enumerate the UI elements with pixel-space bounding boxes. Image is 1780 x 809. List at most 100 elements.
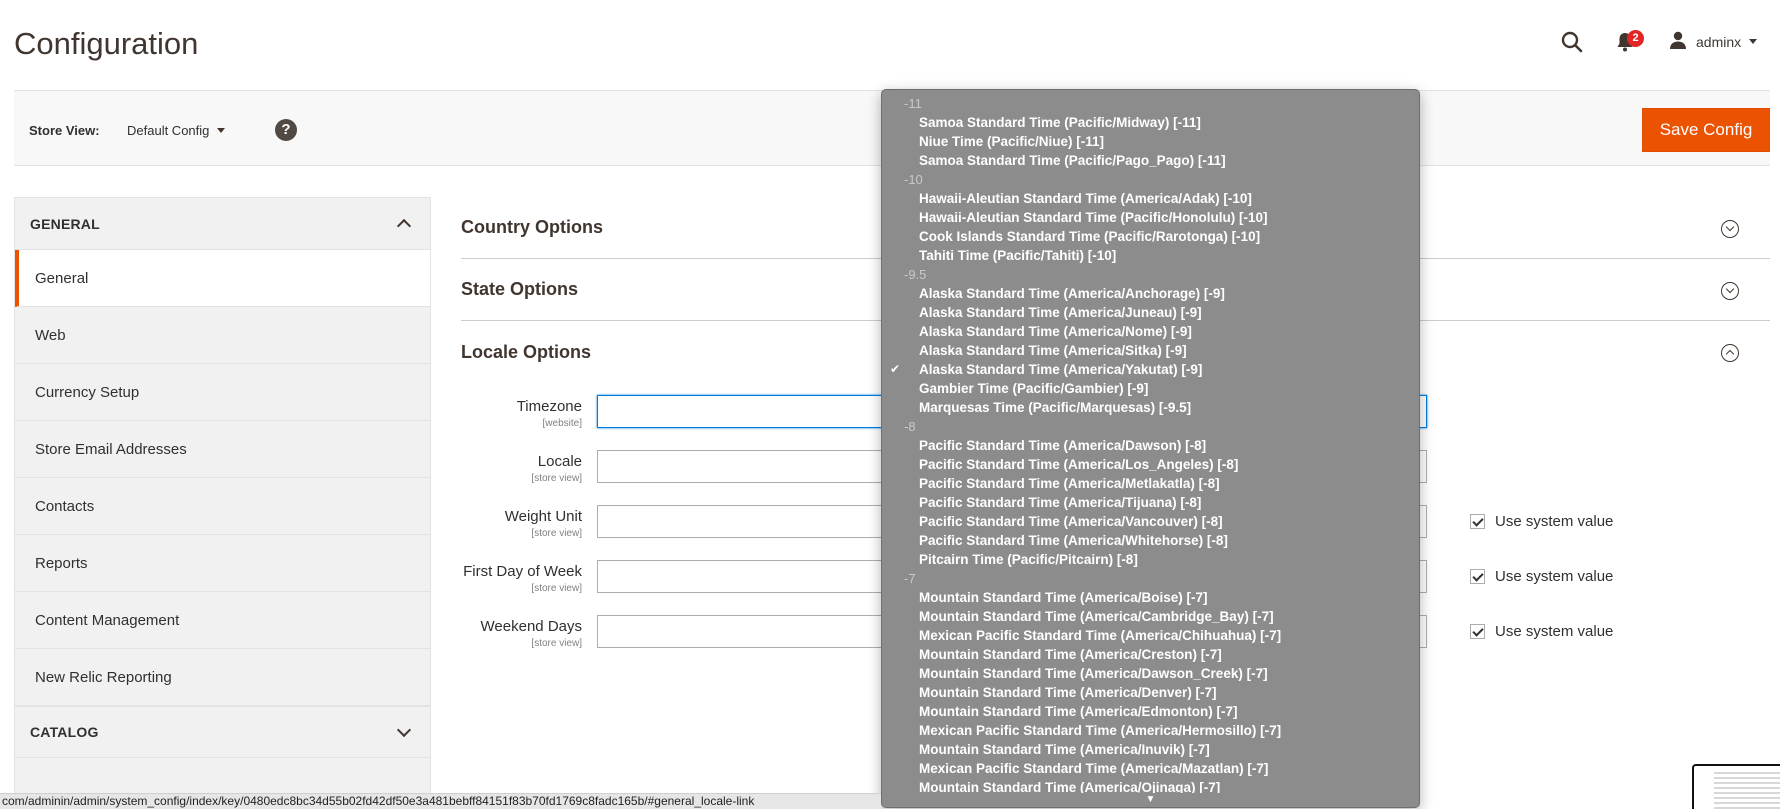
sidebar-item-new-relic-reporting[interactable]: New Relic Reporting bbox=[15, 649, 430, 706]
timezone-option-label: Hawaii-Aleutian Standard Time (America/A… bbox=[919, 191, 1252, 206]
use-system-value-first-day-of-week[interactable]: Use system value bbox=[1470, 568, 1613, 585]
sidebar-section-catalog[interactable]: CATALOG bbox=[15, 706, 430, 758]
timezone-option[interactable]: Samoa Standard Time (Pacific/Midway) [-1… bbox=[882, 113, 1419, 132]
timezone-option[interactable]: Hawaii-Aleutian Standard Time (America/A… bbox=[882, 189, 1419, 208]
timezone-option[interactable]: Mountain Standard Time (America/Inuvik) … bbox=[882, 740, 1419, 759]
timezone-option-label: Mountain Standard Time (America/Boise) [… bbox=[919, 590, 1208, 605]
sidebar-item-store-email-addresses[interactable]: Store Email Addresses bbox=[15, 421, 430, 478]
save-config-button[interactable]: Save Config bbox=[1642, 108, 1770, 152]
timezone-option[interactable]: Gambier Time (Pacific/Gambier) [-9] bbox=[882, 379, 1419, 398]
timezone-option[interactable]: Pacific Standard Time (America/Tijuana) … bbox=[882, 493, 1419, 512]
timezone-option-list: -11 Samoa Standard Time (Pacific/Midway) … bbox=[882, 90, 1419, 797]
checkbox-checked[interactable] bbox=[1470, 624, 1485, 639]
timezone-option-label: Pacific Standard Time (America/Tijuana) … bbox=[919, 495, 1202, 510]
field-scope: [store view] bbox=[531, 583, 582, 594]
checkbox-checked[interactable] bbox=[1470, 569, 1485, 584]
sidebar-item-reports[interactable]: Reports bbox=[15, 535, 430, 592]
timezone-option[interactable]: Pacific Standard Time (America/Whitehors… bbox=[882, 531, 1419, 550]
search-icon[interactable] bbox=[1560, 30, 1584, 54]
timezone-option-label: Mountain Standard Time (America/Cambridg… bbox=[919, 609, 1274, 624]
page-title: Configuration bbox=[14, 26, 199, 61]
timezone-option[interactable]: Mountain Standard Time (America/Cambridg… bbox=[882, 607, 1419, 626]
timezone-option-label: Alaska Standard Time (America/Juneau) [-… bbox=[919, 305, 1202, 320]
timezone-option-label: Marquesas Time (Pacific/Marquesas) [-9.5… bbox=[919, 400, 1192, 415]
timezone-option[interactable]: Tahiti Time (Pacific/Tahiti) [-10] bbox=[882, 246, 1419, 265]
field-scope: [store view] bbox=[531, 473, 582, 484]
timezone-option-label: Gambier Time (Pacific/Gambier) [-9] bbox=[919, 381, 1149, 396]
sidebar-item-web[interactable]: Web bbox=[15, 307, 430, 364]
use-system-value-label: Use system value bbox=[1495, 568, 1614, 585]
sidebar-section-title: CATALOG bbox=[30, 724, 99, 740]
timezone-option-label: Hawaii-Aleutian Standard Time (Pacific/H… bbox=[919, 210, 1268, 225]
timezone-option-label: Mountain Standard Time (America/Creston)… bbox=[919, 647, 1222, 662]
timezone-option-label: Pitcairn Time (Pacific/Pitcairn) [-8] bbox=[919, 552, 1138, 567]
timezone-group-label: -8 bbox=[904, 419, 916, 434]
use-system-value-label: Use system value bbox=[1495, 623, 1614, 640]
timezone-option[interactable]: Pacific Standard Time (America/Metlakatl… bbox=[882, 474, 1419, 493]
timezone-group-label: -7 bbox=[904, 571, 916, 586]
sidebar-item-content-management[interactable]: Content Management bbox=[15, 592, 430, 649]
store-view-label: Store View: bbox=[29, 123, 100, 138]
user-name: adminx bbox=[1696, 33, 1742, 50]
timezone-option[interactable]: Mountain Standard Time (America/Denver) … bbox=[882, 683, 1419, 702]
timezone-option[interactable]: Mountain Standard Time (America/Creston)… bbox=[882, 645, 1419, 664]
config-sidebar: GENERAL General Web Currency Setup Store… bbox=[14, 197, 431, 809]
sidebar-item-currency-setup[interactable]: Currency Setup bbox=[15, 364, 430, 421]
timezone-option[interactable]: Alaska Standard Time (America/Sitka) [-9… bbox=[882, 341, 1419, 360]
collapse-icon bbox=[1721, 344, 1739, 362]
timezone-option-label: Mountain Standard Time (America/Denver) … bbox=[919, 685, 1217, 700]
timezone-option[interactable]: Mexican Pacific Standard Time (America/H… bbox=[882, 721, 1419, 740]
section-title: Country Options bbox=[461, 217, 603, 237]
use-system-value-label: Use system value bbox=[1495, 513, 1614, 530]
timezone-option[interactable]: Samoa Standard Time (Pacific/Pago_Pago) … bbox=[882, 151, 1419, 170]
timezone-option[interactable]: ✔ Alaska Standard Time (America/Yakutat) … bbox=[882, 360, 1419, 379]
field-label: Weight Unit bbox=[504, 508, 582, 525]
timezone-option-label: Pacific Standard Time (America/Los_Angel… bbox=[919, 457, 1239, 472]
user-menu[interactable]: adminx bbox=[1668, 30, 1758, 53]
timezone-option-label: Cook Islands Standard Time (Pacific/Raro… bbox=[919, 229, 1261, 244]
store-view-switcher[interactable]: Default Config bbox=[127, 123, 226, 138]
store-view-selected: Default Config bbox=[127, 123, 210, 138]
help-icon[interactable]: ? bbox=[275, 119, 297, 141]
timezone-option[interactable]: Cook Islands Standard Time (Pacific/Raro… bbox=[882, 227, 1419, 246]
timezone-option[interactable]: Pacific Standard Time (America/Los_Angel… bbox=[882, 455, 1419, 474]
timezone-option[interactable]: Niue Time (Pacific/Niue) [-11] bbox=[882, 132, 1419, 151]
use-system-value-weekend-days[interactable]: Use system value bbox=[1470, 623, 1613, 640]
timezone-option-label: Mountain Standard Time (America/Dawson_C… bbox=[919, 666, 1268, 681]
sidebar-nav: General Web Currency Setup Store Email A… bbox=[15, 250, 430, 706]
chevron-down-icon bbox=[396, 722, 412, 737]
timezone-option[interactable]: Mountain Standard Time (America/Dawson_C… bbox=[882, 664, 1419, 683]
timezone-option-label: Samoa Standard Time (Pacific/Pago_Pago) … bbox=[919, 153, 1226, 168]
timezone-option[interactable]: Alaska Standard Time (America/Nome) [-9] bbox=[882, 322, 1419, 341]
sidebar-item-contacts[interactable]: Contacts bbox=[15, 478, 430, 535]
use-system-value-weight-unit[interactable]: Use system value bbox=[1470, 513, 1613, 530]
chevron-down-icon bbox=[217, 128, 226, 133]
sidebar-section-title: GENERAL bbox=[30, 215, 100, 232]
timezone-option[interactable]: Pacific Standard Time (America/Dawson) [… bbox=[882, 436, 1419, 455]
timezone-option[interactable]: Marquesas Time (Pacific/Marquesas) [-9.5… bbox=[882, 398, 1419, 417]
timezone-option[interactable]: Mexican Pacific Standard Time (America/C… bbox=[882, 626, 1419, 645]
timezone-option[interactable]: Pitcairn Time (Pacific/Pitcairn) [-8] bbox=[882, 550, 1419, 569]
timezone-option-label: Alaska Standard Time (America/Yakutat) [… bbox=[919, 362, 1203, 377]
timezone-dropdown[interactable]: -11 Samoa Standard Time (Pacific/Midway) … bbox=[881, 89, 1420, 808]
sidebar-section-general[interactable]: GENERAL bbox=[15, 198, 430, 250]
timezone-option[interactable]: Pacific Standard Time (America/Vancouver… bbox=[882, 512, 1419, 531]
screenshot-thumbnail[interactable] bbox=[1692, 764, 1780, 809]
timezone-option[interactable]: Alaska Standard Time (America/Anchorage)… bbox=[882, 284, 1419, 303]
timezone-option-label: Niue Time (Pacific/Niue) [-11] bbox=[919, 134, 1105, 149]
checkbox-checked[interactable] bbox=[1470, 514, 1485, 529]
chevron-down-icon bbox=[1749, 39, 1758, 44]
timezone-option[interactable]: Mountain Standard Time (America/Edmonton… bbox=[882, 702, 1419, 721]
timezone-option[interactable]: Hawaii-Aleutian Standard Time (Pacific/H… bbox=[882, 208, 1419, 227]
timezone-option[interactable]: Alaska Standard Time (America/Juneau) [-… bbox=[882, 303, 1419, 322]
timezone-option-label: Mountain Standard Time (America/Edmonton… bbox=[919, 704, 1238, 719]
sidebar-item-general[interactable]: General bbox=[15, 250, 430, 307]
scroll-down-arrow-icon[interactable]: ▼ bbox=[882, 793, 1419, 807]
expand-icon bbox=[1721, 282, 1739, 300]
timezone-option[interactable]: Mountain Standard Time (America/Boise) [… bbox=[882, 588, 1419, 607]
timezone-option-label: Mountain Standard Time (America/Inuvik) … bbox=[919, 742, 1210, 757]
timezone-option-label: Alaska Standard Time (America/Sitka) [-9… bbox=[919, 343, 1187, 358]
checkmark-icon: ✔ bbox=[890, 362, 901, 376]
expand-icon bbox=[1721, 220, 1739, 238]
timezone-option[interactable]: Mexican Pacific Standard Time (America/M… bbox=[882, 759, 1419, 778]
